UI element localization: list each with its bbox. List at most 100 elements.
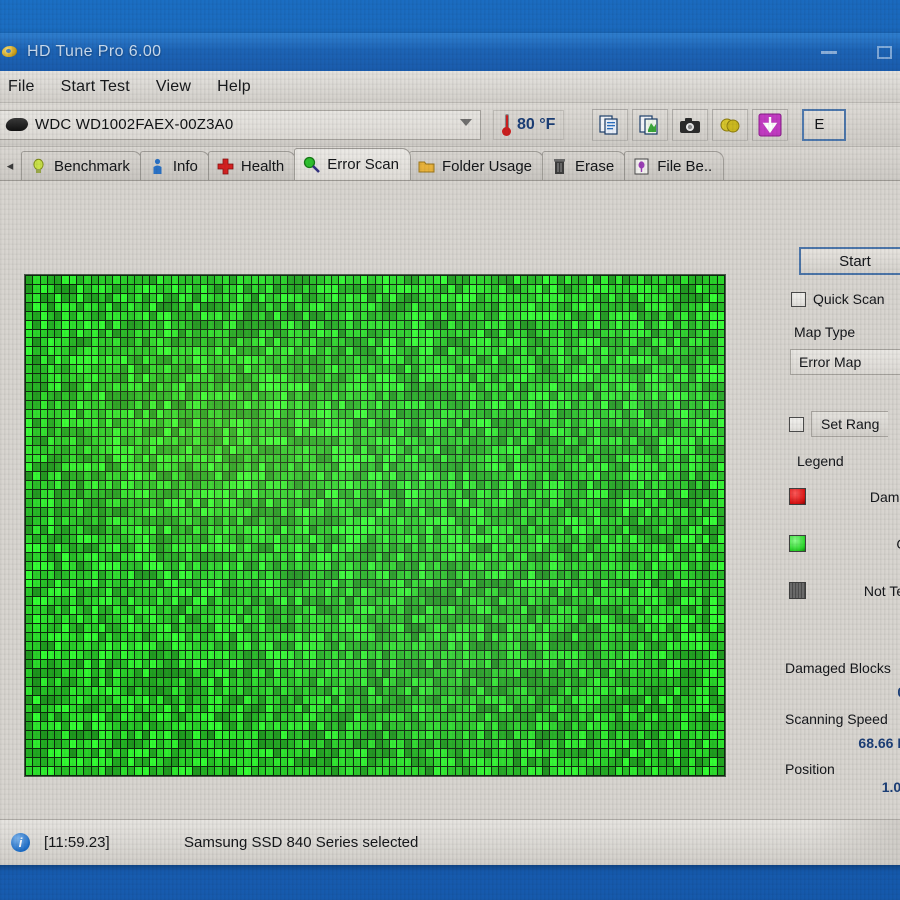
error-map-block (26, 472, 32, 480)
tab-health[interactable]: Health (208, 151, 296, 180)
error-map-block (543, 615, 549, 623)
tab-info[interactable]: Info (140, 151, 210, 180)
error-map-block (26, 490, 32, 498)
error-map-block (259, 615, 265, 623)
error-map-block (121, 544, 127, 552)
tab-benchmark[interactable]: Benchmark (21, 151, 142, 180)
error-map-block (62, 499, 68, 507)
error-map-block (354, 294, 360, 302)
error-map-block (143, 392, 149, 400)
error-map-block (230, 401, 236, 409)
screenshot-camera-icon[interactable] (672, 109, 708, 141)
menu-start-test[interactable]: Start Test (50, 75, 141, 99)
error-map-block (41, 472, 47, 480)
scroll-left-arrow[interactable]: ◂ (0, 152, 21, 180)
error-map-block (48, 383, 54, 391)
error-map-block (135, 633, 141, 641)
error-map-block (62, 481, 68, 489)
tab-error-scan[interactable]: Error Scan (294, 148, 411, 180)
error-map-block (186, 374, 192, 382)
error-map-block (448, 338, 454, 346)
error-map-block (448, 705, 454, 713)
error-map-block (594, 356, 600, 364)
error-map-block (521, 276, 527, 284)
error-map-block (558, 383, 564, 391)
export-icon[interactable] (632, 109, 668, 141)
error-map-block (528, 678, 534, 686)
error-map-block (579, 713, 585, 721)
error-map-block (99, 330, 105, 338)
error-map-block (186, 562, 192, 570)
error-map-block (521, 580, 527, 588)
error-map-block (157, 669, 163, 677)
tab-folder-usage[interactable]: Folder Usage (409, 151, 544, 180)
error-map-block (128, 731, 134, 739)
tab-file-benchmark[interactable]: File Be.. (624, 151, 724, 180)
error-map[interactable] (24, 274, 726, 777)
error-map-block (659, 615, 665, 623)
error-map-block (368, 633, 374, 641)
error-map-block (536, 499, 542, 507)
error-map-block (507, 615, 513, 623)
error-map-block (84, 588, 90, 596)
error-map-block (376, 455, 382, 463)
chevron-down-icon[interactable] (460, 119, 472, 126)
minimize-icon[interactable] (821, 51, 837, 54)
download-icon[interactable] (752, 109, 788, 141)
error-map-block (543, 678, 549, 686)
error-map-block (339, 669, 345, 677)
error-map-block (499, 508, 505, 516)
error-map-block (630, 472, 636, 480)
error-map-block (645, 481, 651, 489)
error-map-block (718, 705, 724, 713)
error-map-block (390, 383, 396, 391)
error-map-block (48, 276, 54, 284)
error-map-block (645, 455, 651, 463)
error-map-block (77, 731, 83, 739)
error-map-block (659, 276, 665, 284)
copy-icon[interactable] (592, 109, 628, 141)
error-map-block (594, 580, 600, 588)
error-map-block (150, 696, 156, 704)
error-map-block (638, 383, 644, 391)
error-map-block (579, 410, 585, 418)
error-map-block (157, 472, 163, 480)
error-map-block (696, 383, 702, 391)
menu-view[interactable]: View (145, 75, 202, 99)
error-map-block (718, 571, 724, 579)
error-map-block (405, 713, 411, 721)
error-map-block (609, 374, 615, 382)
error-map-block (143, 669, 149, 677)
menu-file[interactable]: File (0, 75, 46, 99)
error-map-block (208, 642, 214, 650)
error-map-block (164, 517, 170, 525)
coins-icon[interactable] (712, 109, 748, 141)
error-map-block (223, 455, 229, 463)
error-map-block (201, 553, 207, 561)
error-map-block (514, 615, 520, 623)
tab-label-benchmark: Benchmark (54, 158, 130, 175)
error-map-block (405, 303, 411, 311)
drive-select[interactable]: WDC WD1002FAEX-00Z3A0 (0, 110, 481, 140)
maximize-icon[interactable] (877, 46, 892, 59)
error-map-block (303, 392, 309, 400)
error-map-block (339, 571, 345, 579)
error-map-block (128, 651, 134, 659)
error-map-block (623, 338, 629, 346)
error-map-block (659, 401, 665, 409)
error-map-block (579, 705, 585, 713)
error-map-block (33, 428, 39, 436)
error-map-block (193, 481, 199, 489)
error-map-block (317, 437, 323, 445)
error-map-block (288, 606, 294, 614)
error-map-block (499, 687, 505, 695)
error-map-block (157, 419, 163, 427)
error-map-block (99, 705, 105, 713)
error-map-block (426, 303, 432, 311)
error-map-block (201, 713, 207, 721)
tab-erase[interactable]: Erase (542, 151, 626, 180)
menu-help[interactable]: Help (206, 75, 262, 99)
exit-button[interactable]: E (802, 109, 846, 141)
error-map-block (718, 713, 724, 721)
error-map-block (106, 705, 112, 713)
